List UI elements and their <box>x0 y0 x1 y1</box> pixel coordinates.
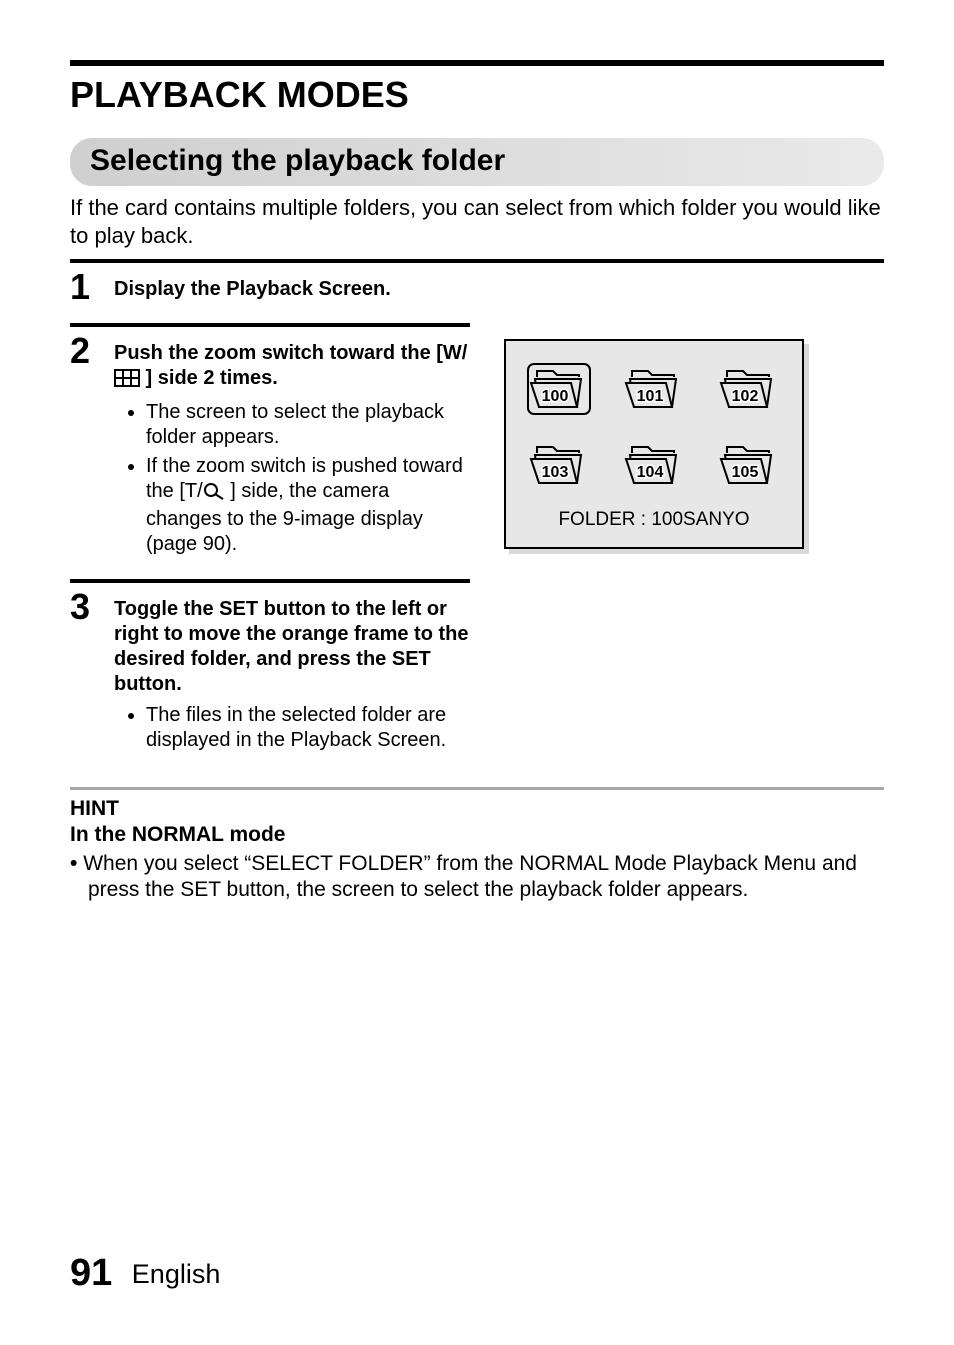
step-1: 1 Display the Playback Screen. <box>70 269 884 305</box>
rule-above-step-3 <box>70 579 470 583</box>
hint-bullets: When you select “SELECT FOLDER” from the… <box>70 851 884 904</box>
multi-thumb-icon <box>114 369 140 394</box>
bullet: The files in the selected folder are dis… <box>146 703 470 753</box>
step-number: 2 <box>70 333 114 369</box>
folder-icon: 101 <box>622 363 686 415</box>
page-footer: 91 English <box>70 1252 220 1295</box>
step-2-left: 2 Push the zoom switch toward the [W/ ] … <box>70 333 470 561</box>
step-2: 2 Push the zoom switch toward the [W/ ] … <box>70 333 470 561</box>
step-head-post: ] side 2 times. <box>140 367 278 389</box>
page-language: English <box>132 1259 221 1289</box>
top-rule <box>70 60 884 66</box>
step-2-row: 2 Push the zoom switch toward the [W/ ] … <box>70 333 884 561</box>
bullet: The screen to select the playback folder… <box>146 400 470 450</box>
section-heading: Selecting the playback folder <box>70 138 884 186</box>
svg-text:100: 100 <box>542 388 569 405</box>
step-3-left: 3 Toggle the SET button to the left or r… <box>70 589 470 757</box>
folder-grid: 100 101 102 103 <box>522 363 786 491</box>
hint-block: HINT In the NORMAL mode When you select … <box>70 796 884 903</box>
figure-caption: FOLDER : 100SANYO <box>522 509 786 531</box>
svg-text:104: 104 <box>637 464 664 481</box>
step-body: Display the Playback Screen. <box>114 269 884 302</box>
step-head: Push the zoom switch toward the [W/ ] si… <box>114 342 467 389</box>
step-head-pre: Push the zoom switch toward the [W/ <box>114 342 467 364</box>
page: PLAYBACK MODES Selecting the playback fo… <box>0 0 954 1345</box>
step-head: Display the Playback Screen. <box>114 278 391 300</box>
step-3: 3 Toggle the SET button to the left or r… <box>70 589 470 757</box>
step-number: 3 <box>70 589 114 625</box>
hint-title: HINT <box>70 796 884 822</box>
svg-text:105: 105 <box>731 464 758 481</box>
svg-text:101: 101 <box>637 388 664 405</box>
folder-icon: 102 <box>717 363 781 415</box>
folder-icon: 105 <box>717 439 781 491</box>
rule-above-step-2 <box>70 323 470 327</box>
step-number: 1 <box>70 269 114 305</box>
figure: 100 101 102 103 <box>504 339 804 549</box>
hint-bullet: When you select “SELECT FOLDER” from the… <box>70 851 884 904</box>
step-body: Toggle the SET button to the left or rig… <box>114 589 470 757</box>
step-body: Push the zoom switch toward the [W/ ] si… <box>114 333 470 561</box>
step-3-bullets: The files in the selected folder are dis… <box>114 703 470 753</box>
rule-above-step-1 <box>70 259 884 263</box>
page-title: PLAYBACK MODES <box>70 74 884 116</box>
svg-text:103: 103 <box>542 464 569 481</box>
folder-icon: 104 <box>622 439 686 491</box>
folder-select-screen: 100 101 102 103 <box>504 339 804 549</box>
folder-icon: 103 <box>527 439 591 491</box>
page-number: 91 <box>70 1252 112 1294</box>
intro-text: If the card contains multiple folders, y… <box>70 194 884 249</box>
step-2-bullets: The screen to select the playback folder… <box>114 400 470 557</box>
bullet: If the zoom switch is pushed toward the … <box>146 454 470 557</box>
step-head: Toggle the SET button to the left or rig… <box>114 598 468 695</box>
folder-icon: 100 <box>527 363 591 415</box>
magnifier-icon <box>203 482 225 507</box>
svg-text:102: 102 <box>731 388 758 405</box>
hint-rule <box>70 787 884 790</box>
hint-subtitle: In the NORMAL mode <box>70 822 884 848</box>
